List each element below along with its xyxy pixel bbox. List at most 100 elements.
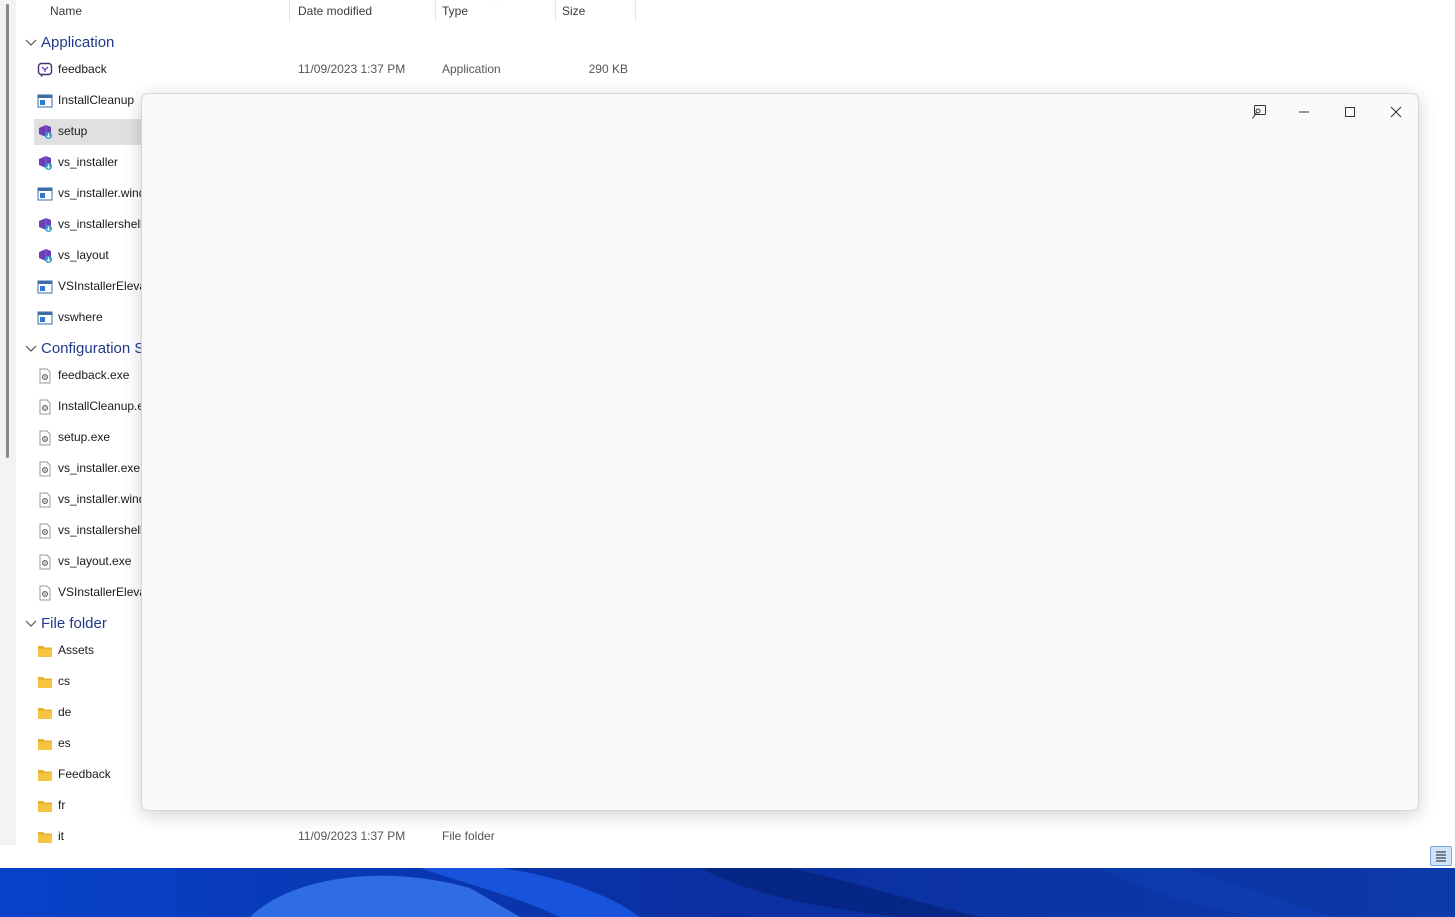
file-name: InstallCleanup.e [58,399,145,413]
config-file-icon [37,368,53,384]
desktop-wallpaper [0,868,1455,917]
folder-icon [38,708,52,719]
window-icon [37,187,53,201]
config-file-icon [39,430,51,446]
wallpaper-bloom-graphic [0,868,1455,917]
file-name: vs_installer.exe [58,461,141,475]
column-date-label: Date modified [298,4,373,18]
folder-icon [38,832,52,843]
blank-app-window[interactable] [141,93,1419,811]
file-name: Assets [58,643,95,657]
file-name: InstallCleanup [58,93,135,107]
vs-installer-icon [39,218,52,232]
file-name: vs_installershell [58,217,143,231]
file-name: vs_layout.exe [58,554,132,568]
config-file-icon [37,523,53,539]
folder-icon [38,801,52,812]
group-label: File folder [41,614,107,632]
file-name: fr [58,798,66,812]
file-name: cs [58,674,70,688]
vs-installer-icon [37,124,53,140]
chevron-down-icon [25,620,37,627]
folder-icon [38,677,52,688]
config-file-icon [37,461,53,477]
folder-icon [37,767,53,783]
folder-icon [37,798,53,814]
folder-icon [37,705,53,721]
folder-icon [37,829,53,845]
minimize-icon [1299,111,1309,113]
config-file-icon [37,585,53,601]
minimize-button[interactable] [1284,98,1324,126]
file-type: Application [442,62,501,76]
column-header-row: Name Date modified Type Size [16,0,656,22]
file-name: setup [58,124,88,138]
config-file-icon [39,585,51,601]
file-name: VSInstallerElevat [58,585,150,599]
file-date: 11/09/2023 1:37 PM [298,829,406,843]
config-file-icon [39,461,51,477]
group-header-configuration[interactable]: Configuration S [24,336,144,360]
feedback-icon [37,62,53,78]
scrollbar-thumb[interactable] [6,4,9,458]
folder-icon [38,739,52,750]
chevron-down-icon [25,345,37,352]
group-header-application[interactable]: Application [24,30,114,54]
config-file-icon [37,399,53,415]
file-name: setup.exe [58,430,111,444]
details-view-icon [1436,851,1446,862]
config-file-icon [39,554,51,570]
folder-icon [37,736,53,752]
config-file-icon [39,523,51,539]
column-header-name[interactable]: Name [44,0,290,22]
maximize-button[interactable] [1330,98,1370,126]
folder-icon [38,770,52,781]
feedback-icon [37,62,53,77]
file-date: 11/09/2023 1:37 PM [298,62,406,76]
window-icon [37,186,53,202]
folder-icon [37,643,53,659]
close-button[interactable] [1376,98,1416,126]
file-name: vs_installershell. [58,523,147,537]
file-name: es [58,736,71,750]
file-name: Feedback [58,767,111,781]
config-file-icon [39,492,51,508]
file-name: vswhere [58,310,103,324]
config-file-icon [37,492,53,508]
pin-button[interactable] [1239,98,1279,126]
file-name: it [58,829,64,843]
vs-installer-icon [39,249,52,263]
window-icon [37,280,53,294]
vs-installer-icon [39,125,52,139]
file-name: vs_layout [58,248,109,262]
column-header-size[interactable]: Size [556,0,636,22]
vs-installer-icon [37,248,53,264]
file-row[interactable]: feedback 11/09/2023 1:37 PM Application 290… [34,57,654,83]
file-name: vs_installer [58,155,119,169]
window-icon [37,279,53,295]
file-name: vs_installer.wind [58,492,146,506]
file-row[interactable]: setup [34,119,142,145]
config-file-icon [37,430,53,446]
window-icon [37,311,53,325]
column-name-label: Name [50,4,83,18]
window-icon [37,94,53,108]
chevron-up-icon [490,0,500,6]
window-icon [37,93,53,109]
close-icon [1390,106,1402,118]
group-header-file-folder[interactable]: File folder [24,611,107,635]
group-label: Configuration S [41,339,145,357]
config-file-icon [39,399,51,415]
file-row[interactable]: it 11/09/2023 1:37 PM File folder [34,824,654,850]
group-label: Application [41,33,115,51]
window-icon [37,310,53,326]
file-name: VSInstallerElevat [58,279,150,293]
column-header-date-modified[interactable]: Date modified [292,0,436,22]
file-name: feedback [58,62,107,76]
column-size-label: Size [562,4,586,18]
chevron-down-icon [25,39,37,46]
column-type-label: Type [442,4,469,18]
config-file-icon [39,368,51,384]
details-view-button[interactable] [1430,846,1452,866]
vs-installer-icon [39,156,52,170]
